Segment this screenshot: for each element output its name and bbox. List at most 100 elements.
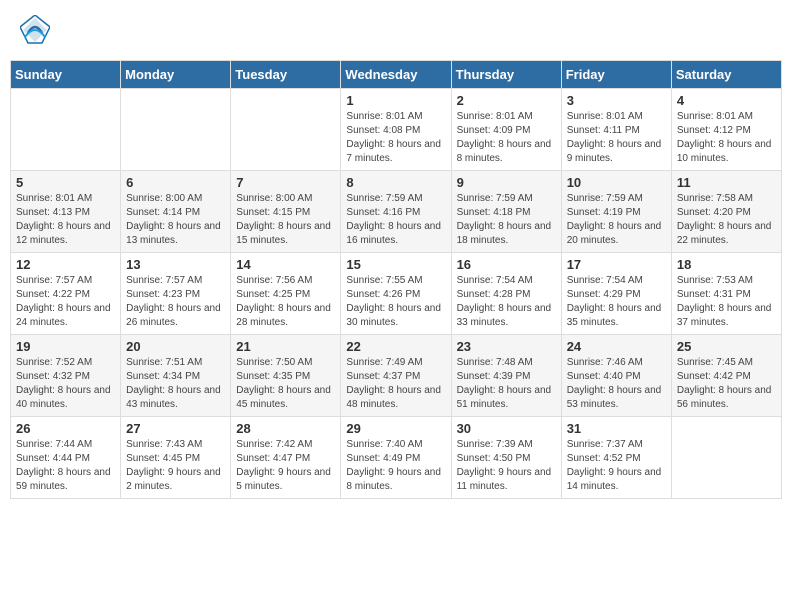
- day-info: Sunrise: 7:54 AM Sunset: 4:29 PM Dayligh…: [567, 274, 666, 330]
- day-info: Sunrise: 7:52 AM Sunset: 4:32 PM Dayligh…: [16, 356, 115, 412]
- day-cell: 16 Sunrise: 7:54 AM Sunset: 4:28 PM Dayli…: [451, 253, 561, 335]
- day-number: 8: [346, 175, 445, 190]
- day-number: 15: [346, 257, 445, 272]
- day-number: 6: [126, 175, 225, 190]
- page-header: [10, 10, 782, 50]
- day-number: 11: [677, 175, 776, 190]
- day-info: Sunrise: 7:46 AM Sunset: 4:40 PM Dayligh…: [567, 356, 666, 412]
- day-info: Sunrise: 7:54 AM Sunset: 4:28 PM Dayligh…: [457, 274, 556, 330]
- day-info: Sunrise: 7:43 AM Sunset: 4:45 PM Dayligh…: [126, 438, 225, 494]
- day-cell: 7 Sunrise: 8:00 AM Sunset: 4:15 PM Daylig…: [231, 171, 341, 253]
- day-cell: 26 Sunrise: 7:44 AM Sunset: 4:44 PM Dayli…: [11, 417, 121, 499]
- day-number: 2: [457, 93, 556, 108]
- day-info: Sunrise: 8:01 AM Sunset: 4:11 PM Dayligh…: [567, 110, 666, 166]
- day-cell: 6 Sunrise: 8:00 AM Sunset: 4:14 PM Daylig…: [121, 171, 231, 253]
- weekday-header-sunday: Sunday: [11, 61, 121, 89]
- day-cell: 21Sunrise: 7:50 AM Sunset: 4:35 PM Dayli…: [231, 335, 341, 417]
- day-cell: 15 Sunrise: 7:55 AM Sunset: 4:26 PM Dayli…: [341, 253, 451, 335]
- day-info: Sunrise: 7:50 AM Sunset: 4:35 PM Dayligh…: [236, 356, 335, 412]
- weekday-header-monday: Monday: [121, 61, 231, 89]
- day-number: 26: [16, 421, 115, 436]
- day-info: Sunrise: 8:01 AM Sunset: 4:12 PM Dayligh…: [677, 110, 776, 166]
- day-number: 10: [567, 175, 666, 190]
- logo: [20, 15, 54, 45]
- day-info: Sunrise: 7:51 AM Sunset: 4:34 PM Dayligh…: [126, 356, 225, 412]
- day-cell: [231, 89, 341, 171]
- day-number: 22: [346, 339, 445, 354]
- day-cell: 12Sunrise: 7:57 AM Sunset: 4:22 PM Dayli…: [11, 253, 121, 335]
- day-cell: 28 Sunrise: 7:42 AM Sunset: 4:47 PM Dayli…: [231, 417, 341, 499]
- day-number: 1: [346, 93, 445, 108]
- day-cell: 25Sunrise: 7:45 AM Sunset: 4:42 PM Dayli…: [671, 335, 781, 417]
- day-cell: 14 Sunrise: 7:56 AM Sunset: 4:25 PM Dayli…: [231, 253, 341, 335]
- week-row-5: 26 Sunrise: 7:44 AM Sunset: 4:44 PM Dayli…: [11, 417, 782, 499]
- weekday-header-saturday: Saturday: [671, 61, 781, 89]
- day-number: 20: [126, 339, 225, 354]
- day-cell: 9Sunrise: 7:59 AM Sunset: 4:18 PM Daylig…: [451, 171, 561, 253]
- day-info: Sunrise: 7:44 AM Sunset: 4:44 PM Dayligh…: [16, 438, 115, 494]
- day-cell: 1 Sunrise: 8:01 AM Sunset: 4:08 PM Daylig…: [341, 89, 451, 171]
- day-cell: 22Sunrise: 7:49 AM Sunset: 4:37 PM Dayli…: [341, 335, 451, 417]
- day-number: 16: [457, 257, 556, 272]
- calendar-table: SundayMondayTuesdayWednesdayThursdayFrid…: [10, 60, 782, 499]
- day-cell: 23 Sunrise: 7:48 AM Sunset: 4:39 PM Dayli…: [451, 335, 561, 417]
- weekday-header-wednesday: Wednesday: [341, 61, 451, 89]
- weekday-header-thursday: Thursday: [451, 61, 561, 89]
- day-cell: 11 Sunrise: 7:58 AM Sunset: 4:20 PM Dayli…: [671, 171, 781, 253]
- day-number: 9: [457, 175, 556, 190]
- day-info: Sunrise: 7:57 AM Sunset: 4:23 PM Dayligh…: [126, 274, 225, 330]
- weekday-header-row: SundayMondayTuesdayWednesdayThursdayFrid…: [11, 61, 782, 89]
- day-cell: 3 Sunrise: 8:01 AM Sunset: 4:11 PM Daylig…: [561, 89, 671, 171]
- day-number: 31: [567, 421, 666, 436]
- day-cell: 10 Sunrise: 7:59 AM Sunset: 4:19 PM Dayli…: [561, 171, 671, 253]
- day-number: 17: [567, 257, 666, 272]
- week-row-2: 5Sunrise: 8:01 AM Sunset: 4:13 PM Daylig…: [11, 171, 782, 253]
- day-cell: 2 Sunrise: 8:01 AM Sunset: 4:09 PM Daylig…: [451, 89, 561, 171]
- day-cell: 13 Sunrise: 7:57 AM Sunset: 4:23 PM Dayli…: [121, 253, 231, 335]
- day-cell: 17 Sunrise: 7:54 AM Sunset: 4:29 PM Dayli…: [561, 253, 671, 335]
- day-number: 12: [16, 257, 115, 272]
- day-cell: [121, 89, 231, 171]
- day-info: Sunrise: 8:00 AM Sunset: 4:15 PM Dayligh…: [236, 192, 335, 248]
- day-info: Sunrise: 7:59 AM Sunset: 4:19 PM Dayligh…: [567, 192, 666, 248]
- day-number: 24: [567, 339, 666, 354]
- day-number: 23: [457, 339, 556, 354]
- day-info: Sunrise: 7:56 AM Sunset: 4:25 PM Dayligh…: [236, 274, 335, 330]
- week-row-4: 19 Sunrise: 7:52 AM Sunset: 4:32 PM Dayli…: [11, 335, 782, 417]
- day-number: 18: [677, 257, 776, 272]
- day-info: Sunrise: 7:45 AM Sunset: 4:42 PM Dayligh…: [677, 356, 776, 412]
- day-number: 4: [677, 93, 776, 108]
- day-info: Sunrise: 7:39 AM Sunset: 4:50 PM Dayligh…: [457, 438, 556, 494]
- day-number: 3: [567, 93, 666, 108]
- day-info: Sunrise: 7:48 AM Sunset: 4:39 PM Dayligh…: [457, 356, 556, 412]
- day-number: 5: [16, 175, 115, 190]
- week-row-1: 1 Sunrise: 8:01 AM Sunset: 4:08 PM Daylig…: [11, 89, 782, 171]
- day-info: Sunrise: 7:59 AM Sunset: 4:16 PM Dayligh…: [346, 192, 445, 248]
- day-info: Sunrise: 7:58 AM Sunset: 4:20 PM Dayligh…: [677, 192, 776, 248]
- day-number: 14: [236, 257, 335, 272]
- day-number: 13: [126, 257, 225, 272]
- logo-icon: [20, 15, 50, 45]
- day-cell: 19 Sunrise: 7:52 AM Sunset: 4:32 PM Dayli…: [11, 335, 121, 417]
- day-cell: 5Sunrise: 8:01 AM Sunset: 4:13 PM Daylig…: [11, 171, 121, 253]
- day-number: 29: [346, 421, 445, 436]
- weekday-header-friday: Friday: [561, 61, 671, 89]
- day-cell: 4 Sunrise: 8:01 AM Sunset: 4:12 PM Daylig…: [671, 89, 781, 171]
- week-row-3: 12Sunrise: 7:57 AM Sunset: 4:22 PM Dayli…: [11, 253, 782, 335]
- day-number: 19: [16, 339, 115, 354]
- day-number: 7: [236, 175, 335, 190]
- day-info: Sunrise: 8:00 AM Sunset: 4:14 PM Dayligh…: [126, 192, 225, 248]
- day-info: Sunrise: 7:55 AM Sunset: 4:26 PM Dayligh…: [346, 274, 445, 330]
- day-info: Sunrise: 8:01 AM Sunset: 4:08 PM Dayligh…: [346, 110, 445, 166]
- day-cell: 27Sunrise: 7:43 AM Sunset: 4:45 PM Dayli…: [121, 417, 231, 499]
- day-cell: 30 Sunrise: 7:39 AM Sunset: 4:50 PM Dayli…: [451, 417, 561, 499]
- day-cell: 8 Sunrise: 7:59 AM Sunset: 4:16 PM Daylig…: [341, 171, 451, 253]
- day-cell: [671, 417, 781, 499]
- day-info: Sunrise: 7:42 AM Sunset: 4:47 PM Dayligh…: [236, 438, 335, 494]
- day-number: 30: [457, 421, 556, 436]
- day-info: Sunrise: 7:40 AM Sunset: 4:49 PM Dayligh…: [346, 438, 445, 494]
- day-number: 28: [236, 421, 335, 436]
- day-info: Sunrise: 8:01 AM Sunset: 4:09 PM Dayligh…: [457, 110, 556, 166]
- day-cell: 20 Sunrise: 7:51 AM Sunset: 4:34 PM Dayli…: [121, 335, 231, 417]
- weekday-header-tuesday: Tuesday: [231, 61, 341, 89]
